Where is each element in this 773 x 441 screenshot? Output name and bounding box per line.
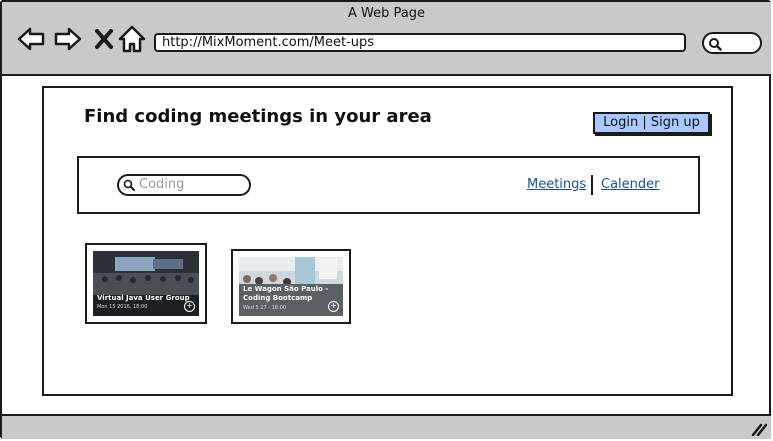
search-icon: [709, 38, 722, 51]
meetup-date: Wed 5 27 - 18:00: [243, 305, 287, 311]
meetup-photo: Le Wagon São Paulo - Coding Bootcamp Wed…: [239, 257, 343, 316]
meetings-link[interactable]: Meetings: [527, 177, 586, 192]
nav-divider: [591, 175, 593, 195]
page-content: Find coding meetings in your area Login …: [42, 86, 733, 396]
search-input[interactable]: Coding: [117, 174, 251, 196]
calendar-link[interactable]: Calender: [601, 177, 660, 192]
url-text: http://MixMoment.com/Meet-ups: [162, 35, 375, 50]
search-icon: [123, 179, 135, 191]
status-bar: [2, 414, 771, 439]
page-title: Find coding meetings in your area: [84, 106, 432, 127]
back-arrow-icon[interactable]: [16, 24, 46, 54]
window-title: A Web Page: [348, 6, 425, 21]
add-circle-icon[interactable]: +: [328, 301, 339, 312]
forward-arrow-icon[interactable]: [53, 24, 83, 54]
meetup-name: Le Wagon São Paulo - Coding Bootcamp: [243, 285, 329, 302]
close-x-icon[interactable]: [90, 24, 120, 54]
login-signup-button[interactable]: Login | Sign up: [593, 112, 710, 134]
search-nav-bar: Coding Meetings Calender: [77, 156, 700, 214]
meetup-card[interactable]: Virtual Java User Group Mon 15 2016, 18:…: [85, 243, 207, 324]
browser-search-field[interactable]: [702, 32, 762, 54]
home-icon[interactable]: [117, 24, 147, 54]
browser-toolbar: A Web Page http://MixMoment.com/Meet-ups: [2, 2, 771, 76]
meetup-name: Virtual Java User Group: [97, 294, 190, 302]
add-circle-icon[interactable]: +: [184, 301, 195, 312]
address-bar[interactable]: http://MixMoment.com/Meet-ups: [154, 33, 686, 52]
resize-grip-icon[interactable]: [751, 422, 767, 436]
browser-window: A Web Page http://MixMoment.com/Meet-ups…: [0, 0, 771, 439]
meetup-card[interactable]: Le Wagon São Paulo - Coding Bootcamp Wed…: [231, 249, 351, 324]
meetup-photo: Virtual Java User Group Mon 15 2016, 18:…: [93, 251, 199, 316]
meetup-date: Mon 15 2016, 18:00: [97, 304, 148, 310]
search-placeholder: Coding: [139, 177, 185, 192]
